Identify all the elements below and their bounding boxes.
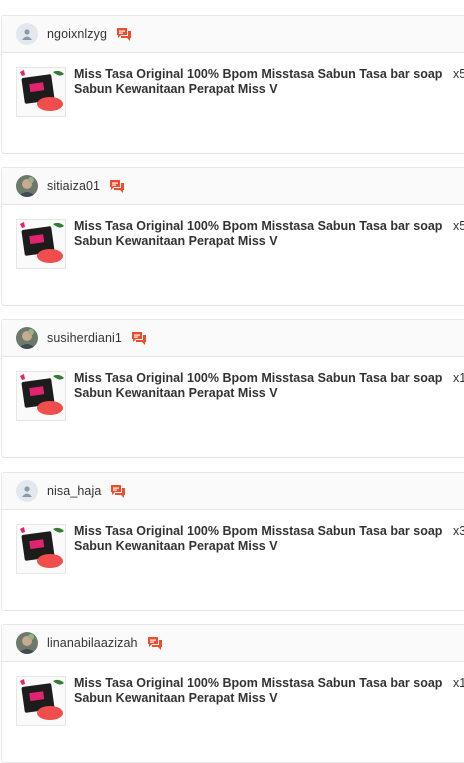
chat-icon[interactable] (109, 179, 125, 194)
order-card: ngoixnlzyg Miss Tasa Original 100% Bpom … (1, 15, 464, 154)
default-avatar-icon (22, 486, 32, 497)
card-body: Miss Tasa Original 100% Bpom Misstasa Sa… (2, 205, 464, 305)
quantity: x1 (453, 371, 464, 385)
user-photo (16, 175, 38, 197)
buyer-username[interactable]: nisa_haja (47, 484, 101, 498)
product-thumbnail[interactable] (16, 524, 66, 574)
avatar[interactable] (16, 327, 38, 349)
product-thumbnail[interactable] (16, 371, 66, 421)
chat-icon[interactable] (131, 331, 147, 346)
order-card: linanabilaazizah Miss Tasa Original 100%… (1, 624, 464, 763)
buyer-username[interactable]: susiherdiani1 (47, 331, 122, 345)
chat-icon[interactable] (116, 27, 132, 42)
user-photo (16, 327, 38, 349)
product-thumbnail[interactable] (16, 67, 66, 117)
card-header: linanabilaazizah (2, 625, 464, 662)
card-header: susiherdiani1 (2, 320, 464, 357)
user-photo (16, 632, 38, 654)
buyer-username[interactable]: sitiaiza01 (47, 179, 100, 193)
quantity: x5 (453, 67, 464, 81)
avatar[interactable] (16, 23, 38, 45)
card-body: Miss Tasa Original 100% Bpom Misstasa Sa… (2, 662, 464, 762)
card-header: nisa_haja (2, 473, 464, 510)
buyer-username[interactable]: linanabilaazizah (47, 636, 138, 650)
avatar[interactable] (16, 175, 38, 197)
order-card: nisa_haja Miss Tasa Original 100% Bpom M… (1, 472, 464, 611)
avatar[interactable] (16, 480, 38, 502)
product-title[interactable]: Miss Tasa Original 100% Bpom Misstasa Sa… (74, 219, 450, 249)
quantity: x3 (453, 524, 464, 538)
buyer-username[interactable]: ngoixnlzyg (47, 27, 107, 41)
card-body: Miss Tasa Original 100% Bpom Misstasa Sa… (2, 53, 464, 153)
product-title[interactable]: Miss Tasa Original 100% Bpom Misstasa Sa… (74, 524, 450, 554)
product-title[interactable]: Miss Tasa Original 100% Bpom Misstasa Sa… (74, 371, 450, 401)
avatar[interactable] (16, 632, 38, 654)
chat-icon[interactable] (110, 484, 126, 499)
card-body: Miss Tasa Original 100% Bpom Misstasa Sa… (2, 510, 464, 610)
quantity: x5 (453, 219, 464, 233)
chat-icon[interactable] (147, 636, 163, 651)
product-title[interactable]: Miss Tasa Original 100% Bpom Misstasa Sa… (74, 67, 450, 97)
card-header: ngoixnlzyg (2, 16, 464, 53)
card-body: Miss Tasa Original 100% Bpom Misstasa Sa… (2, 357, 464, 457)
default-avatar-icon (22, 29, 32, 40)
product-title[interactable]: Miss Tasa Original 100% Bpom Misstasa Sa… (74, 676, 450, 706)
product-thumbnail[interactable] (16, 219, 66, 269)
order-card: sitiaiza01 Miss Tasa Original 100% Bpom … (1, 167, 464, 306)
card-header: sitiaiza01 (2, 168, 464, 205)
product-thumbnail[interactable] (16, 676, 66, 726)
quantity: x10 (453, 676, 464, 690)
order-card: susiherdiani1 Miss Tasa Original 100% Bp… (1, 319, 464, 458)
